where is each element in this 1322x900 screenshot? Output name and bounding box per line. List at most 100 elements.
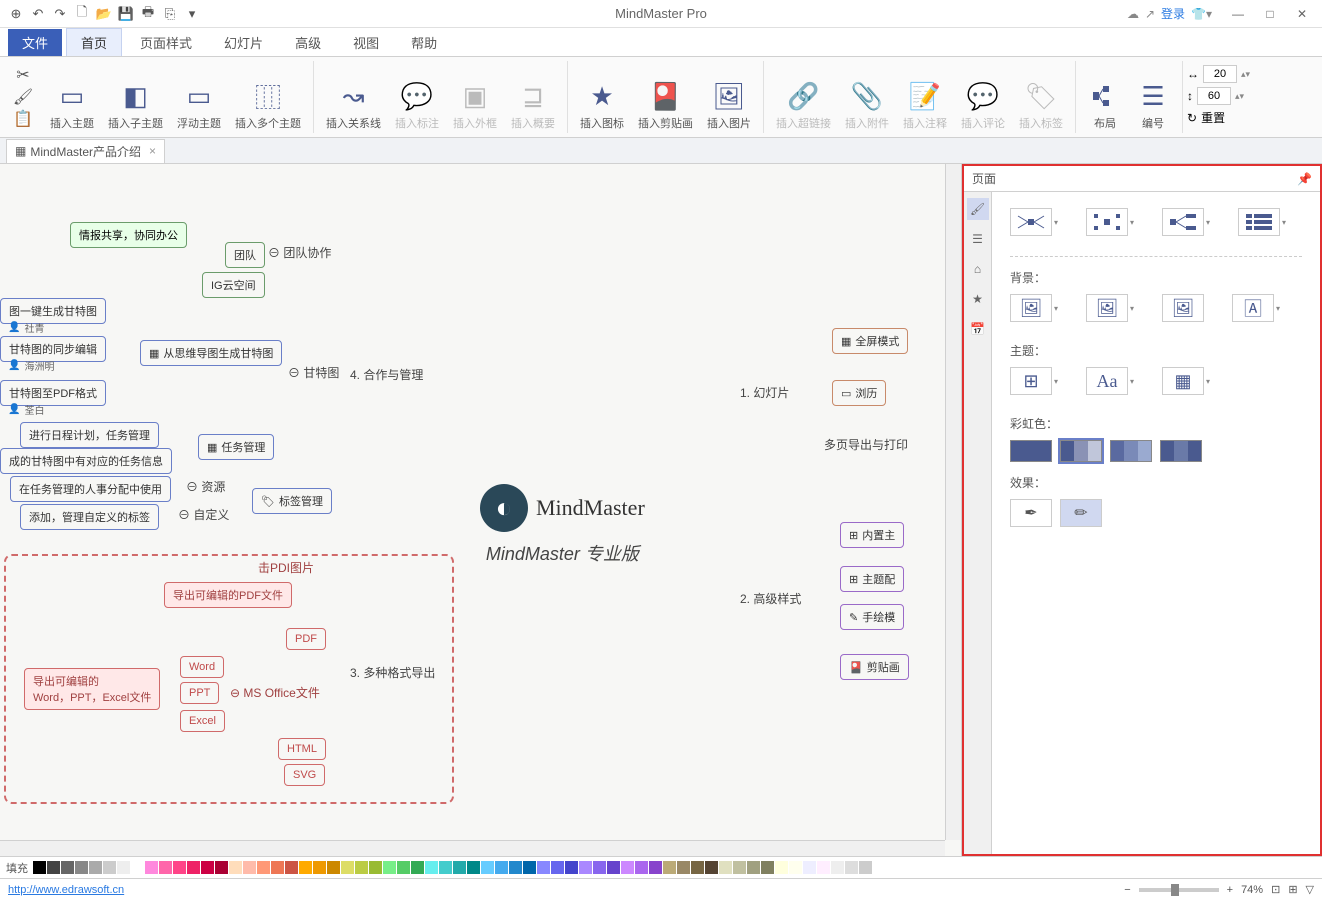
color-swatch[interactable] — [33, 861, 46, 874]
node-excel[interactable]: Excel — [180, 710, 225, 732]
bg-remove[interactable]: 🖼 — [1162, 294, 1204, 322]
maximize-button[interactable]: □ — [1256, 4, 1284, 24]
color-swatch[interactable] — [453, 861, 466, 874]
reset-icon[interactable]: ↻ — [1187, 111, 1197, 125]
color-swatch[interactable] — [663, 861, 676, 874]
qat-new-icon[interactable]: 🗋 — [72, 4, 92, 24]
tab-help[interactable]: 帮助 — [397, 29, 451, 56]
node-word[interactable]: Word — [180, 656, 224, 678]
node-res1[interactable]: 在任务管理的人事分配中使用 — [10, 476, 171, 502]
color-swatch[interactable] — [775, 861, 788, 874]
layout-opt-4[interactable]: ▾ — [1238, 208, 1286, 236]
color-swatch[interactable] — [229, 861, 242, 874]
color-swatch[interactable] — [761, 861, 774, 874]
sidebar-brush-icon[interactable]: 🖌 — [967, 198, 989, 220]
canvas[interactable]: 情报共享，协同办公 团队 ⊖ 团队协作 IG云空间 图一键生成甘特图 👤 社青 … — [0, 164, 962, 856]
insert-topic-button[interactable]: ▭插入主题 — [46, 61, 98, 133]
image-button[interactable]: 🖼插入图片 — [703, 61, 755, 133]
v-spacing-input[interactable] — [1197, 87, 1231, 105]
color-swatch[interactable] — [845, 861, 858, 874]
node-tag-label[interactable]: 🏷 标签管理 — [252, 488, 332, 514]
theme-font[interactable]: Aa▾ — [1086, 367, 1134, 395]
color-swatch[interactable] — [369, 861, 382, 874]
stepper-icon[interactable]: ▴▾ — [1241, 69, 1250, 80]
section-2[interactable]: 2. 高级样式 — [740, 590, 801, 607]
color-swatch[interactable] — [593, 861, 606, 874]
insert-subtopic-button[interactable]: ◧插入子主题 — [104, 61, 167, 133]
sidebar-list-icon[interactable]: ☰ — [967, 228, 989, 250]
color-swatch[interactable] — [61, 861, 74, 874]
presentation-icon[interactable]: ▽ — [1306, 883, 1314, 896]
color-swatch[interactable] — [131, 861, 144, 874]
insert-multi-button[interactable]: ⿲插入多个主题 — [231, 61, 305, 133]
format-painter-icon[interactable]: 🖌 — [12, 87, 34, 107]
effect-pen[interactable]: ✒ — [1010, 499, 1052, 527]
color-swatch[interactable] — [537, 861, 550, 874]
number-button[interactable]: ☰编号 — [1132, 61, 1174, 133]
node-history[interactable]: ▭ 浏历 — [832, 380, 886, 406]
color-swatch[interactable] — [425, 861, 438, 874]
qat-save-icon[interactable]: 💾 — [116, 4, 136, 24]
color-swatch[interactable] — [831, 861, 844, 874]
color-swatch[interactable] — [355, 861, 368, 874]
bg-image[interactable]: 🖼▾ — [1086, 294, 1134, 322]
node-svg[interactable]: SVG — [284, 764, 325, 786]
color-swatch[interactable] — [243, 861, 256, 874]
node-task1[interactable]: 进行日程计划，任务管理 — [20, 422, 159, 448]
color-swatch[interactable] — [481, 861, 494, 874]
callout-office[interactable]: 导出可编辑的 Word，PPT，Excel文件 — [24, 668, 160, 710]
zoom-out-icon[interactable]: − — [1124, 884, 1130, 896]
color-swatch[interactable] — [439, 861, 452, 874]
color-swatch[interactable] — [397, 861, 410, 874]
color-swatch[interactable] — [383, 861, 396, 874]
reset-label[interactable]: 重置 — [1201, 109, 1225, 126]
bg-color[interactable]: 🖼▾ — [1010, 294, 1058, 322]
node-pdi[interactable]: 击PDI图片 — [258, 559, 314, 576]
color-swatch[interactable] — [257, 861, 270, 874]
rainbow-3[interactable] — [1110, 440, 1152, 462]
qat-undo-icon[interactable]: ↶ — [28, 4, 48, 24]
node-cloud[interactable]: IG云空间 — [202, 272, 265, 298]
float-topic-button[interactable]: ▭浮动主题 — [173, 61, 225, 133]
theme-color[interactable]: ▦▾ — [1162, 367, 1210, 395]
color-swatch[interactable] — [733, 861, 746, 874]
central-topic[interactable]: ◐MindMaster MindMaster 专业版 — [480, 484, 645, 566]
color-swatch[interactable] — [103, 861, 116, 874]
color-swatch[interactable] — [341, 861, 354, 874]
color-swatch[interactable] — [635, 861, 648, 874]
tab-page-style[interactable]: 页面样式 — [126, 29, 206, 56]
fit-width-icon[interactable]: ⊞ — [1288, 883, 1297, 896]
close-button[interactable]: ✕ — [1288, 4, 1316, 24]
color-swatch[interactable] — [803, 861, 816, 874]
node-cust1[interactable]: 添加，管理自定义的标签 — [20, 504, 159, 530]
color-swatch[interactable] — [495, 861, 508, 874]
relation-button[interactable]: ↝插入关系线 — [322, 61, 385, 133]
stepper-icon[interactable]: ▴▾ — [1235, 91, 1244, 102]
color-swatch[interactable] — [117, 861, 130, 874]
color-swatch[interactable] — [649, 861, 662, 874]
node-export-print[interactable]: 多页导出与打印 — [824, 436, 908, 453]
qat-export-icon[interactable]: ⎘ — [160, 4, 180, 24]
node-mso[interactable]: ⊖ MS Office文件 — [230, 684, 320, 701]
qat-print-icon[interactable]: 🖶 — [138, 4, 158, 24]
minimize-button[interactable]: — — [1224, 4, 1252, 24]
callout-pdf[interactable]: 导出可编辑的PDF文件 — [164, 582, 292, 608]
rainbow-1[interactable] — [1010, 440, 1052, 462]
share-icon[interactable]: ↗ — [1145, 7, 1155, 21]
insert-icon-button[interactable]: ★插入图标 — [576, 61, 628, 133]
color-swatch[interactable] — [75, 861, 88, 874]
color-swatch[interactable] — [817, 861, 830, 874]
cloud-sync-icon[interactable]: ☁ — [1127, 7, 1139, 21]
node-task-label[interactable]: ▦ 任务管理 — [198, 434, 274, 460]
node-res-label[interactable]: ⊖ 资源 — [186, 478, 225, 495]
node-builtin[interactable]: ⊞ 内置主 — [840, 522, 904, 548]
color-swatch[interactable] — [467, 861, 480, 874]
zoom-slider[interactable] — [1139, 888, 1219, 892]
login-link[interactable]: 登录 — [1161, 5, 1185, 22]
color-swatch[interactable] — [747, 861, 760, 874]
qat-globe-icon[interactable]: ⊕ — [6, 4, 26, 24]
section-4[interactable]: 4. 合作与管理 — [350, 366, 423, 383]
color-swatch[interactable] — [523, 861, 536, 874]
sidebar-star-icon[interactable]: ★ — [967, 288, 989, 310]
color-swatch[interactable] — [411, 861, 424, 874]
